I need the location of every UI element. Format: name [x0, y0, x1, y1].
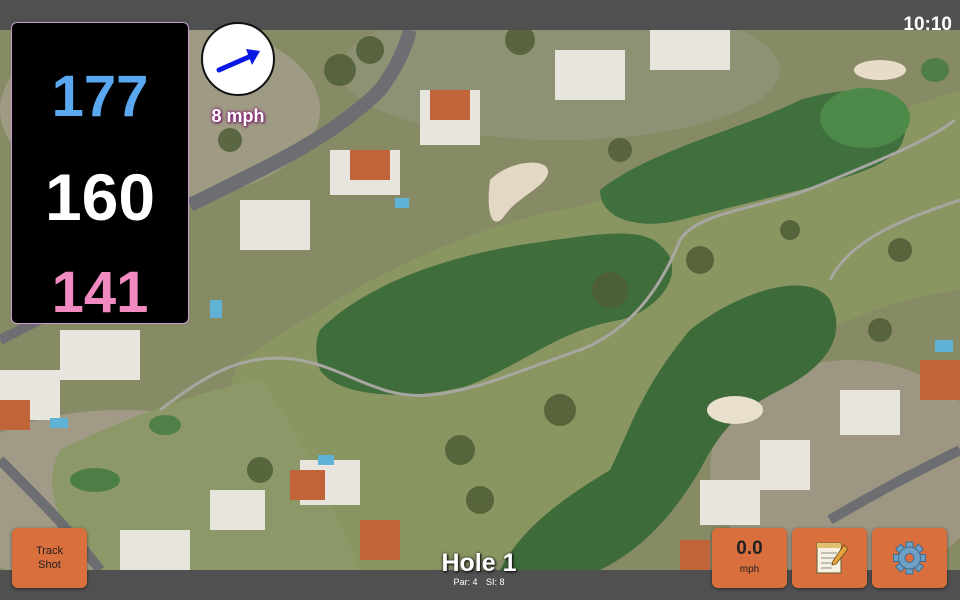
stroke-index-label: SI: 8 [486, 577, 505, 587]
hole-info: Par: 4 SI: 8 [379, 577, 579, 587]
wind-indicator [201, 22, 275, 96]
notepad-icon [816, 542, 849, 574]
wind-direction-arrow-icon [216, 49, 260, 73]
distance-panel: 177 160 141 [11, 22, 189, 325]
back-distance: 177 [51, 64, 149, 129]
front-distance: 141 [51, 260, 149, 325]
track-shot-label-line1: Track [35, 545, 64, 557]
speed-unit: mph [739, 564, 760, 575]
speed-value: 0.0 [736, 538, 763, 559]
par-label: Par: 4 [453, 577, 478, 587]
speed-button[interactable]: 0.0 mph [712, 528, 787, 588]
track-shot-button[interactable]: Track Shot [12, 528, 87, 588]
wind-speed-label: 8 mph [211, 106, 265, 126]
track-shot-label-line2: Shot [38, 559, 61, 571]
clock: 10:10 [903, 14, 952, 35]
notes-button[interactable] [792, 528, 867, 588]
settings-button[interactable] [872, 528, 947, 588]
gear-icon [893, 541, 926, 575]
middle-distance: 160 [44, 160, 156, 234]
hole-title: Hole 1 [441, 549, 517, 577]
